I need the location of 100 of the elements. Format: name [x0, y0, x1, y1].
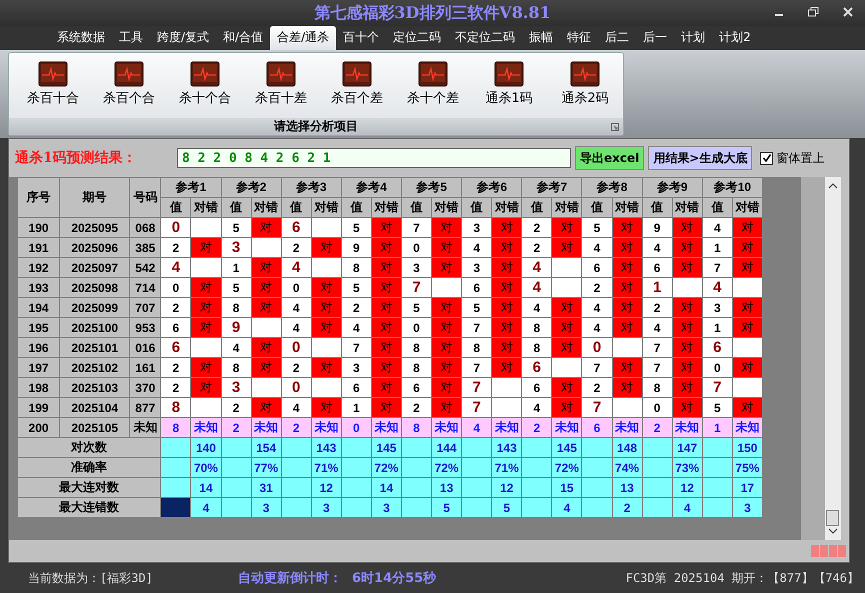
table-cell: 对: [612, 318, 642, 338]
menu-tab[interactable]: 后二: [598, 26, 636, 50]
menu-tab[interactable]: 振幅: [522, 26, 560, 50]
table-cell: 5: [582, 218, 612, 238]
menu-tab[interactable]: 跨度/复式: [150, 26, 216, 50]
window-title: 第七感福彩3D排列三软件V8.81: [314, 2, 551, 24]
ribbon-button[interactable]: 通杀1码: [471, 61, 547, 118]
ribbon-button[interactable]: 杀十个差: [395, 61, 471, 118]
table-cell: 2025097: [60, 258, 130, 278]
ribbon-button[interactable]: 杀十个合: [167, 61, 243, 118]
table-cell: 对: [552, 378, 582, 398]
stay-on-top-checkbox[interactable]: 窗体置上: [760, 150, 824, 166]
ribbon-button[interactable]: 杀百十差: [243, 61, 319, 118]
menu-tab[interactable]: 特征: [560, 26, 598, 50]
table-cell: 对: [371, 278, 402, 298]
column-header: 值: [281, 198, 312, 218]
table-cell: 对: [190, 298, 222, 318]
scroll-down-icon[interactable]: [826, 526, 840, 536]
table-cell: 对: [311, 298, 342, 318]
menu-tab[interactable]: 后一: [636, 26, 674, 50]
generate-button[interactable]: 用结果>生成大底: [648, 146, 752, 170]
table-cell: 2: [642, 298, 672, 318]
table-cell: 13: [612, 478, 642, 498]
ribbon-button[interactable]: 杀百个合: [91, 61, 167, 118]
prediction-field[interactable]: 8 2 2 0 8 4 2 6 2 1: [177, 148, 571, 168]
table-cell: 9: [221, 318, 252, 338]
table-cell: 对: [672, 358, 702, 378]
table-cell[interactable]: [160, 438, 191, 458]
table-cell: 对: [311, 278, 342, 298]
menu-tab[interactable]: 合差/通杀: [270, 26, 336, 50]
menu-tab[interactable]: 定位二码: [386, 26, 448, 50]
menu-tab[interactable]: 和/合值: [216, 26, 270, 50]
vertical-scrollbar[interactable]: [825, 177, 841, 540]
table-cell: 对: [190, 278, 222, 298]
table-cell: 7: [702, 378, 732, 398]
menu-tab[interactable]: 计划2: [712, 26, 758, 50]
table-cell: 953: [130, 318, 161, 338]
column-header: 对错: [190, 198, 222, 218]
menu-tab[interactable]: 系统数据: [50, 26, 112, 50]
table-cell: 对: [371, 218, 402, 238]
table-cell: 6: [281, 218, 312, 238]
table-cell: 4: [672, 498, 702, 518]
scroll-up-icon[interactable]: [826, 181, 840, 191]
scrollbar-thumb[interactable]: [826, 510, 839, 526]
table-cell[interactable]: [160, 498, 191, 518]
table-cell: 对: [492, 338, 522, 358]
menu-tab[interactable]: 百十个: [336, 26, 386, 50]
table-cell: 对: [492, 218, 522, 238]
table-cell: 2: [221, 418, 252, 438]
column-header: 序号: [18, 178, 60, 218]
table-cell: 145: [552, 438, 582, 458]
table-cell: 最大连对数: [18, 478, 161, 498]
table-cell: 对: [432, 318, 462, 338]
column-header: 参考1: [160, 178, 222, 198]
heartbeat-monitor-icon: [494, 61, 524, 87]
table-cell: 0: [281, 278, 312, 298]
dialog-launcher-icon[interactable]: [611, 123, 619, 131]
table-cell: 198: [18, 378, 60, 398]
table-cell: 193: [18, 278, 60, 298]
table-cell: 对: [371, 318, 402, 338]
table-cell: 对次数: [18, 438, 161, 458]
column-header: 对错: [492, 198, 522, 218]
ribbon-button[interactable]: 杀百十合: [15, 61, 91, 118]
export-button[interactable]: 导出excel: [575, 146, 644, 170]
close-icon[interactable]: [843, 7, 853, 17]
menu-tab[interactable]: 计划: [674, 26, 712, 50]
table-cell: 未知: [672, 418, 702, 438]
table-cell: 未知: [371, 418, 402, 438]
ribbon-button[interactable]: 通杀2码: [547, 61, 623, 118]
table-cell: 1: [221, 258, 252, 278]
table-cell: 195: [18, 318, 60, 338]
menu-tab[interactable]: 不定位二码: [448, 26, 522, 50]
column-header: 值: [642, 198, 672, 218]
table-cell: 150: [732, 438, 762, 458]
menu-tab[interactable]: 工具: [112, 26, 150, 50]
table-cell: 对: [552, 218, 582, 238]
table-cell: 8: [160, 418, 191, 438]
table-cell: 对: [251, 398, 282, 418]
table-cell: 对: [492, 238, 522, 258]
column-header: 对错: [732, 198, 762, 218]
table-cell: 对: [492, 318, 522, 338]
table-cell: 2025098: [60, 278, 130, 298]
table-cell: 0: [281, 338, 312, 358]
table-cell: 对: [492, 298, 522, 318]
table-cell: 707: [130, 298, 161, 318]
table-cell: 对: [251, 298, 282, 318]
table-cell: 2025095: [60, 218, 130, 238]
table-cell: 对: [672, 318, 702, 338]
table-cell: 140: [190, 438, 222, 458]
table-cell[interactable]: [160, 458, 191, 478]
table-cell: 2025104: [60, 398, 130, 418]
table-cell: 5: [341, 278, 372, 298]
table-cell: 4: [642, 238, 672, 258]
ribbon-button[interactable]: 杀百个差: [319, 61, 395, 118]
table-cell: 9: [642, 218, 672, 238]
heartbeat-monitor-icon: [114, 61, 144, 87]
table-cell[interactable]: [160, 478, 191, 498]
restore-icon[interactable]: [808, 7, 819, 17]
table-cell: 15: [552, 478, 582, 498]
table-cell: 对: [371, 378, 402, 398]
